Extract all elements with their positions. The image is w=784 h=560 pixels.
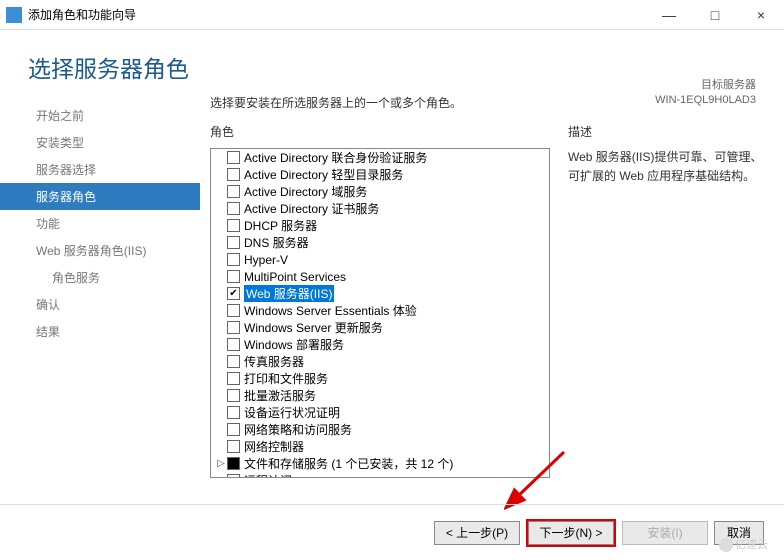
role-item[interactable]: MultiPoint Services [211, 268, 549, 285]
role-checkbox[interactable] [227, 236, 240, 249]
titlebar: 添加角色和功能向导 — □ × [0, 0, 784, 30]
watermark-logo-icon [719, 538, 733, 552]
role-label: Active Directory 证书服务 [244, 200, 379, 217]
role-checkbox[interactable] [227, 440, 240, 453]
role-item[interactable]: Windows Server Essentials 体验 [211, 302, 549, 319]
role-label: Windows Server 更新服务 [244, 319, 383, 336]
role-item[interactable]: 批量激活服务 [211, 387, 549, 404]
role-item[interactable]: 网络策略和访问服务 [211, 421, 549, 438]
sidebar-item-results[interactable]: 结果 [0, 318, 200, 345]
role-checkbox[interactable] [227, 457, 240, 470]
role-label: 设备运行状况证明 [244, 404, 340, 421]
role-checkbox[interactable] [227, 406, 240, 419]
sidebar-item-features[interactable]: 功能 [0, 210, 200, 237]
role-checkbox[interactable] [227, 389, 240, 402]
role-label: Windows Server Essentials 体验 [244, 302, 417, 319]
sidebar-item-confirmation[interactable]: 确认 [0, 291, 200, 318]
window-title: 添加角色和功能向导 [28, 6, 646, 23]
role-label: DNS 服务器 [244, 234, 309, 251]
role-label: Hyper-V [244, 253, 288, 267]
role-label: 网络策略和访问服务 [244, 421, 352, 438]
role-label: 远程访问 [244, 472, 292, 478]
role-checkbox[interactable] [227, 423, 240, 436]
role-item[interactable]: Active Directory 联合身份验证服务 [211, 149, 549, 166]
role-checkbox[interactable] [227, 287, 240, 300]
maximize-button[interactable]: □ [692, 0, 738, 29]
role-label: Web 服务器(IIS) [244, 285, 334, 302]
role-label: 文件和存储服务 (1 个已安装，共 12 个) [244, 455, 453, 472]
watermark-text: 亿速云 [735, 539, 768, 551]
sidebar-item-server-roles[interactable]: 服务器角色 [0, 183, 200, 210]
role-label: 网络控制器 [244, 438, 304, 455]
sidebar-item-install-type[interactable]: 安装类型 [0, 129, 200, 156]
role-checkbox[interactable] [227, 338, 240, 351]
app-icon [6, 7, 22, 23]
role-item[interactable]: 设备运行状况证明 [211, 404, 549, 421]
role-item[interactable]: Hyper-V [211, 251, 549, 268]
role-item[interactable]: ▷ 文件和存储服务 (1 个已安装，共 12 个) [211, 455, 549, 472]
role-label: Windows 部署服务 [244, 336, 344, 353]
role-checkbox[interactable] [227, 151, 240, 164]
sidebar-item-server-selection[interactable]: 服务器选择 [0, 156, 200, 183]
role-item[interactable]: 打印和文件服务 [211, 370, 549, 387]
role-item[interactable]: DHCP 服务器 [211, 217, 549, 234]
sidebar: 开始之前 安装类型 服务器选择 服务器角色 功能 Web 服务器角色(IIS) … [0, 94, 200, 484]
role-item[interactable]: Windows 部署服务 [211, 336, 549, 353]
footer: < 上一步(P) 下一步(N) > 安装(I) 取消 [0, 504, 784, 560]
role-item[interactable]: Active Directory 域服务 [211, 183, 549, 200]
role-item[interactable]: 网络控制器 [211, 438, 549, 455]
role-checkbox[interactable] [227, 168, 240, 181]
role-checkbox[interactable] [227, 304, 240, 317]
role-label: Active Directory 轻型目录服务 [244, 166, 403, 183]
role-checkbox[interactable] [227, 270, 240, 283]
role-checkbox[interactable] [227, 253, 240, 266]
role-item[interactable]: Active Directory 轻型目录服务 [211, 166, 549, 183]
role-item[interactable]: Active Directory 证书服务 [211, 200, 549, 217]
role-label: Active Directory 联合身份验证服务 [244, 149, 427, 166]
target-server-box: 目标服务器 WIN-1EQL9H0LAD3 [655, 78, 756, 109]
content-area: 开始之前 安装类型 服务器选择 服务器角色 功能 Web 服务器角色(IIS) … [0, 94, 784, 484]
role-label: 打印和文件服务 [244, 370, 328, 387]
install-button[interactable]: 安装(I) [622, 521, 708, 545]
role-item[interactable]: 传真服务器 [211, 353, 549, 370]
roles-label: 角色 [210, 123, 550, 148]
header: 选择服务器角色 目标服务器 WIN-1EQL9H0LAD3 [0, 30, 784, 94]
description-text: Web 服务器(IIS)提供可靠、可管理、可扩展的 Web 应用程序基础结构。 [568, 148, 774, 186]
sidebar-item-role-services[interactable]: 角色服务 [0, 264, 200, 291]
next-button[interactable]: 下一步(N) > [528, 521, 614, 545]
role-checkbox[interactable] [227, 474, 240, 478]
role-checkbox[interactable] [227, 219, 240, 232]
description-label: 描述 [568, 123, 774, 148]
roles-column: 角色 Active Directory 联合身份验证服务Active Direc… [210, 123, 550, 484]
watermark: 亿速云 [719, 536, 768, 552]
minimize-button[interactable]: — [646, 0, 692, 29]
sidebar-item-web-server-iis[interactable]: Web 服务器角色(IIS) [0, 237, 200, 264]
role-label: 批量激活服务 [244, 387, 316, 404]
target-value: WIN-1EQL9H0LAD3 [655, 93, 756, 108]
close-button[interactable]: × [738, 0, 784, 29]
roles-listbox[interactable]: Active Directory 联合身份验证服务Active Director… [210, 148, 550, 478]
description-column: 描述 Web 服务器(IIS)提供可靠、可管理、可扩展的 Web 应用程序基础结… [550, 123, 774, 484]
role-item[interactable]: Windows Server 更新服务 [211, 319, 549, 336]
role-label: 传真服务器 [244, 353, 304, 370]
expand-icon[interactable]: ▷ [215, 458, 227, 469]
role-label: MultiPoint Services [244, 270, 346, 284]
target-label: 目标服务器 [655, 78, 756, 93]
role-checkbox[interactable] [227, 355, 240, 368]
role-checkbox[interactable] [227, 202, 240, 215]
role-item[interactable]: Web 服务器(IIS) [211, 285, 549, 302]
sidebar-item-before-begin[interactable]: 开始之前 [0, 102, 200, 129]
role-checkbox[interactable] [227, 185, 240, 198]
role-label: Active Directory 域服务 [244, 183, 367, 200]
main-panel: 选择要安装在所选服务器上的一个或多个角色。 角色 Active Director… [200, 94, 774, 484]
previous-button[interactable]: < 上一步(P) [434, 521, 520, 545]
role-item[interactable]: 远程访问 [211, 472, 549, 478]
role-checkbox[interactable] [227, 321, 240, 334]
window-controls: — □ × [646, 0, 784, 29]
role-item[interactable]: DNS 服务器 [211, 234, 549, 251]
role-checkbox[interactable] [227, 372, 240, 385]
page-title: 选择服务器角色 [28, 50, 756, 84]
role-label: DHCP 服务器 [244, 217, 317, 234]
